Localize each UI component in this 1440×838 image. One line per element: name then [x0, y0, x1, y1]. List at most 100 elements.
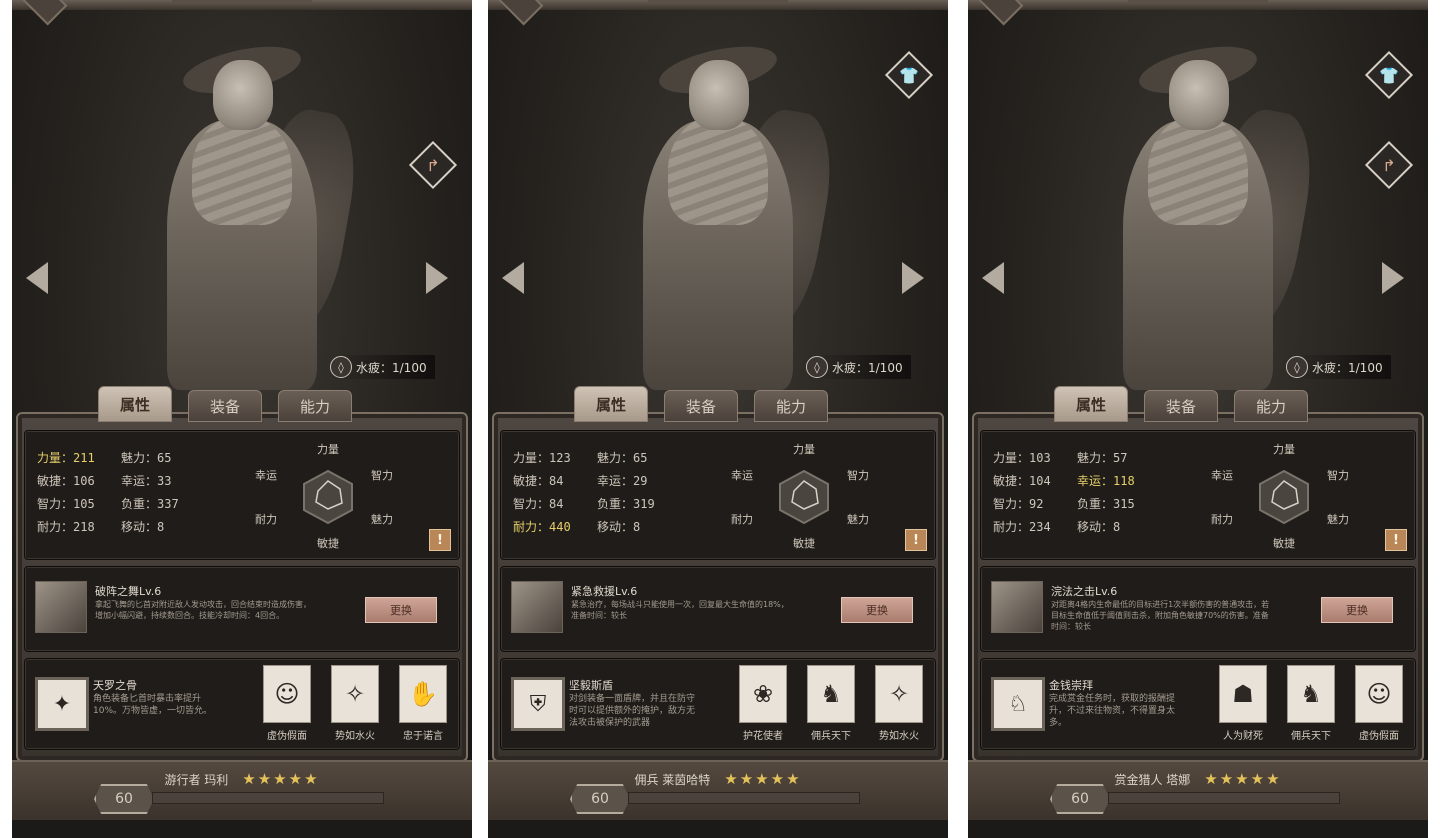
radar-label-luck: 幸运 [255, 469, 277, 482]
alert-icon[interactable]: ! [429, 529, 451, 551]
radar-label-intelligence: 智力 [847, 469, 869, 482]
sub-trait[interactable]: ☺ 虚伪假面 [1349, 665, 1409, 742]
tab-attributes[interactable]: 属性 [574, 386, 648, 422]
level-badge: 60 [1050, 784, 1110, 814]
tab-equipment[interactable]: 装备 [188, 390, 262, 422]
stat-value: 幸运：33 [121, 474, 172, 488]
skill-icon [991, 581, 1043, 633]
next-character-arrow-icon[interactable] [1382, 262, 1404, 294]
fatigue-label: 水疲：1/100 [356, 360, 427, 375]
stat-value: 耐力：234 [993, 520, 1051, 534]
sub-trait[interactable]: ✧ 势如水火 [325, 665, 385, 742]
stat-value: 移动：8 [121, 520, 165, 534]
radar-label-luck: 幸运 [1211, 469, 1233, 482]
sub-trait[interactable]: ♞ 佣兵天下 [1281, 665, 1341, 742]
prev-character-arrow-icon[interactable] [26, 262, 48, 294]
sub-trait-name: 势如水火 [335, 731, 375, 742]
sub-trait-name: 人为财死 [1223, 731, 1263, 742]
skill-description: 对距离4格内生命最低的目标进行1次半额伤害的普通攻击，若目标生命值低于阈值则击杀… [1051, 600, 1270, 631]
star-rating: ★★★★★ [242, 770, 320, 788]
sub-trait[interactable]: ♞ 佣兵天下 [801, 665, 861, 742]
next-character-arrow-icon[interactable] [426, 262, 448, 294]
bottom-strip [968, 820, 1428, 838]
tab-bar: 属性 装备 能力 [98, 386, 352, 422]
radar-hexagon [303, 469, 353, 525]
skill-section: 破阵之舞Lv.6 拿起飞舞的匕首对附近敌人发动攻击，回合结束时造成伤害，增加小幅… [24, 566, 460, 652]
top-frame [488, 0, 948, 10]
tab-equipment[interactable]: 装备 [1144, 390, 1218, 422]
tab-abilities[interactable]: 能力 [754, 390, 828, 422]
character-name: 赏金猎人 塔娜 [1114, 772, 1191, 787]
alert-icon[interactable]: ! [1385, 529, 1407, 551]
stat-value: 敏捷：104 [993, 474, 1051, 488]
tab-attributes[interactable]: 属性 [1054, 386, 1128, 422]
sub-trait[interactable]: ✧ 势如水火 [869, 665, 929, 742]
swap-skill-button[interactable]: 更换 [841, 597, 913, 623]
sub-trait-name: 虚伪假面 [267, 731, 307, 742]
trait-name: 天罗之骨 [93, 679, 137, 692]
trait-section: ♘ 金钱崇拜 完成赏金任务时，获取的报酬提升，不过来往物资，不得置身太多。 ☗ 人… [980, 658, 1416, 750]
sub-trait-list: ❀ 护花使者 ♞ 佣兵天下 ✧ 势如水火 [733, 665, 929, 742]
stat-value: 敏捷：106 [37, 474, 95, 488]
sub-trait-icon: ♞ [807, 665, 855, 723]
sub-trait-list: ☺ 虚伪假面 ✧ 势如水火 ✋ 忠于诺言 [257, 665, 453, 742]
character-footer: 赏金猎人 塔娜 ★★★★★ 60 [968, 760, 1428, 822]
sub-trait[interactable]: ☺ 虚伪假面 [257, 665, 317, 742]
stat-value: 力量：211 [37, 451, 95, 465]
fatigue-label: 水疲：1/100 [832, 360, 903, 375]
stat-value: 智力：84 [513, 497, 564, 511]
stat-value: 力量：123 [513, 451, 571, 465]
radar-label-stamina: 耐力 [1211, 513, 1233, 526]
prev-character-arrow-icon[interactable] [502, 262, 524, 294]
radar-label-luck: 幸运 [731, 469, 753, 482]
tab-abilities[interactable]: 能力 [278, 390, 352, 422]
skill-section: 紧急救援Lv.6 紧急治疗，每场战斗只能使用一次，回复最大生命值的18%，准备时… [500, 566, 936, 652]
stat-value: 魅力：57 [1077, 451, 1128, 465]
stat-value: 移动：8 [1077, 520, 1121, 534]
sub-trait-icon: ✧ [331, 665, 379, 723]
radar-label-stamina: 耐力 [255, 513, 277, 526]
next-character-arrow-icon[interactable] [902, 262, 924, 294]
tab-abilities[interactable]: 能力 [1234, 390, 1308, 422]
tab-equipment[interactable]: 装备 [664, 390, 738, 422]
tab-attributes[interactable]: 属性 [98, 386, 172, 422]
radar-label-strength: 力量 [317, 443, 339, 456]
character-panel-1: ↱ ◊ 水疲：1/100 属性 装备 能力 力量：211 魅力：65 敏捷：106 幸运：… [12, 0, 472, 838]
experience-bar [628, 792, 860, 804]
swap-skill-button[interactable]: 更换 [365, 597, 437, 623]
sub-trait-icon: ☺ [263, 665, 311, 723]
sub-trait[interactable]: ✋ 忠于诺言 [393, 665, 453, 742]
stat-value: 智力：105 [37, 497, 95, 511]
stat-value: 魅力：65 [597, 451, 648, 465]
prev-character-arrow-icon[interactable] [982, 262, 1004, 294]
sub-trait[interactable]: ☗ 人为财死 [1213, 665, 1273, 742]
character-panel-2: 👕 ◊ 水疲：1/100 属性 装备 能力 力量：123 魅力：65 敏捷：84 幸运：2… [488, 0, 948, 838]
trait-icon: ⛨ [511, 677, 565, 731]
level-badge: 60 [94, 784, 154, 814]
stats-section: 力量：211 魅力：65 敏捷：106 幸运：33 智力：105 负重：337 耐力：218… [24, 430, 460, 560]
bottom-strip [12, 820, 472, 838]
sub-trait-name: 势如水火 [879, 731, 919, 742]
character-footer: 佣兵 莱茵哈特 ★★★★★ 60 [488, 760, 948, 822]
water-drop-icon: ◊ [330, 356, 352, 378]
trait-section: ⛨ 坚毅斯盾 对剑装备一面盾牌，并且在防守时可以提供额外的掩护，敌方无法攻击被保… [500, 658, 936, 750]
sub-trait[interactable]: ❀ 护花使者 [733, 665, 793, 742]
radar-label-agility: 敏捷 [1273, 537, 1295, 550]
skill-icon [35, 581, 87, 633]
character-head [1169, 60, 1229, 130]
character-name: 佣兵 莱茵哈特 [634, 772, 711, 787]
fatigue-indicator: ◊ 水疲：1/100 [1286, 355, 1391, 379]
stat-value: 魅力：65 [121, 451, 172, 465]
character-head [213, 60, 273, 130]
sub-trait-name: 佣兵天下 [1291, 731, 1331, 742]
character-panel-3: 👕 ↱ ◊ 水疲：1/100 属性 装备 能力 力量：103 魅力：57 敏捷：104 幸运… [968, 0, 1428, 838]
alert-icon[interactable]: ! [905, 529, 927, 551]
trait-description: 完成赏金任务时，获取的报酬提升，不过来往物资，不得置身太多。 [1049, 694, 1176, 728]
trait-description: 对剑装备一面盾牌，并且在防守时可以提供额外的掩护，敌方无法攻击被保护的武器 [569, 694, 696, 728]
stat-grid: 力量：123 魅力：65 敏捷：84 幸运：29 智力：84 负重：319 耐力：440 移动… [513, 449, 689, 535]
skill-description: 紧急治疗，每场战斗只能使用一次，回复最大生命值的18%，准备时间：较长 [571, 600, 789, 620]
trait-icon: ♘ [991, 677, 1045, 731]
radar-label-charisma: 魅力 [1327, 513, 1349, 526]
swap-skill-button[interactable]: 更换 [1321, 597, 1393, 623]
radar-label-agility: 敏捷 [793, 537, 815, 550]
